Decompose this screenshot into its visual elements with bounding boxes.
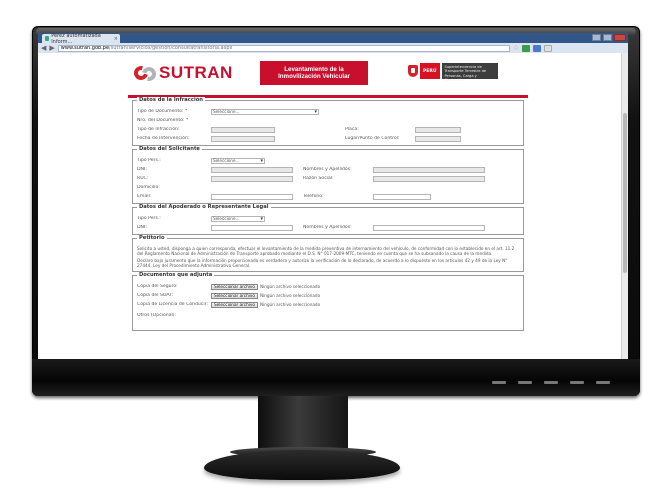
section-title: Petitorio <box>137 235 167 241</box>
form-content: SUTRAN Levantamiento de la Inmovilizació… <box>128 53 528 334</box>
monitor-button[interactable] <box>544 381 558 384</box>
dni-field[interactable] <box>211 166 293 173</box>
section-title: Datos del Apoderado o Representante Lega… <box>137 204 271 210</box>
government-logo: PERÚ Superintendencia de Transporte Terr… <box>408 63 498 82</box>
petitorio-text: Solicito a usted, disponga a quien corre… <box>137 246 515 257</box>
field-label: Placa: <box>345 127 359 132</box>
field-label: Lugar/Punto de Control: <box>345 136 400 141</box>
field-label: RUC: <box>137 176 149 181</box>
favicon-icon <box>45 36 50 41</box>
tipo-documento-select[interactable]: Seleccione... <box>211 108 319 115</box>
section-title: Datos del Solicitante <box>137 146 202 152</box>
field-label: Razón Social: <box>303 176 334 181</box>
telefono-field[interactable] <box>373 193 431 200</box>
address-path: /sutran/servicios/gestion/consultatransi… <box>109 45 233 51</box>
field-label: Tipo Pers.: <box>137 158 161 163</box>
monitor-screen: Pérez automatizada Inform... × ◀ ▶ www.s… <box>38 33 628 359</box>
browser-toolbar: ◀ ▶ www.sutran.gob.pe/sutran/servicios/g… <box>38 43 628 53</box>
field-label: Domicilio: <box>137 185 160 190</box>
field-label: DNI: <box>137 167 147 172</box>
section-solicitante: Datos del Solicitante Tipo Pers.: Selecci… <box>132 146 524 204</box>
field-label: Nombres y Apellidos: <box>303 225 352 230</box>
section-title: Datos de la Infracción <box>137 97 205 103</box>
declaration-text: Declaro bajo juramento que la informació… <box>137 257 508 268</box>
razon-social-field[interactable] <box>373 175 485 182</box>
page-scrollbar[interactable] <box>621 53 628 359</box>
file-status: Ningún archivo seleccionado <box>259 293 321 299</box>
page-header: SUTRAN Levantamiento de la Inmovilizació… <box>128 53 528 95</box>
monitor-bottom-bezel <box>32 359 640 396</box>
extension-icon[interactable] <box>533 44 542 52</box>
minimize-button[interactable] <box>592 34 601 41</box>
field-label: Tipo Pers.: <box>137 216 161 221</box>
file-label: Copia del SOAT: <box>137 293 174 299</box>
monitor-base <box>204 450 400 480</box>
tipo-infraccion-field <box>211 126 275 133</box>
field-label: Fecha de Intervención: <box>137 136 190 141</box>
close-window-button[interactable] <box>614 34 626 41</box>
address-bar[interactable]: www.sutran.gob.pe/sutran/servicios/gesti… <box>57 44 510 52</box>
lugar-control-field <box>415 135 461 142</box>
choose-file-button[interactable]: Seleccionar archivo <box>211 283 258 290</box>
monitor-button[interactable] <box>596 381 610 384</box>
window-controls <box>592 34 626 41</box>
field-label: Email: <box>137 194 152 199</box>
file-status: Ningún archivo seleccionado <box>259 284 321 290</box>
menu-icon[interactable] <box>544 44 553 52</box>
choose-file-button[interactable]: Seleccionar archivo <box>211 301 258 308</box>
field-label: Nombres y Apellidos: <box>303 167 352 172</box>
tab-close-icon[interactable]: × <box>114 36 118 42</box>
field-label: Otros (Opcional): <box>137 313 177 319</box>
forward-icon[interactable]: ▶ <box>49 44 54 52</box>
peru-shield-icon <box>408 65 418 77</box>
apoderado-nombres-field[interactable] <box>373 224 485 231</box>
field-label: Tipo de Infracción: <box>137 127 180 132</box>
choose-file-button[interactable]: Seleccionar archivo <box>211 292 258 299</box>
section-documentos: Documentos que adjunta Copia del Seguro:… <box>132 272 524 332</box>
apoderado-dni-field[interactable] <box>211 224 293 231</box>
file-label: Copia de Licencia de Conducir: <box>137 302 208 308</box>
placa-field <box>415 126 461 133</box>
fecha-intervencion-field <box>211 135 275 142</box>
section-apoderado: Datos del Apoderado o Representante Lega… <box>132 204 524 235</box>
address-host: www.sutran.gob.pe <box>60 45 110 51</box>
nombres-field[interactable] <box>373 166 485 173</box>
maximize-button[interactable] <box>603 34 612 41</box>
section-petitorio: Petitorio Solicito a usted, disponga a q… <box>132 235 524 273</box>
ruc-field[interactable] <box>211 175 293 182</box>
page-title-banner: Levantamiento de la Inmovilización Vehic… <box>260 61 368 85</box>
apoderado-tipo-select[interactable]: Seleccione... <box>211 215 265 222</box>
field-label: Tipo de Documento: * <box>137 109 188 114</box>
web-page: SUTRAN Levantamiento de la Inmovilizació… <box>38 53 628 359</box>
monitor-controls <box>492 381 610 384</box>
section-infraccion: Datos de la Infracción Tipo de Documento… <box>132 97 524 146</box>
field-label: Teléfono: <box>303 194 324 199</box>
email-field[interactable] <box>211 193 293 200</box>
sutran-logo-mark <box>131 63 159 84</box>
extension-icon[interactable] <box>522 44 531 52</box>
sutran-logo: SUTRAN <box>131 63 233 84</box>
section-title: Documentos que adjunta <box>137 272 215 279</box>
browser-tab[interactable]: Pérez automatizada Inform... × <box>42 33 120 45</box>
monitor-button[interactable] <box>492 381 506 384</box>
file-status: Ningún archivo seleccionado <box>259 302 321 308</box>
logo-text: SUTRAN <box>159 63 233 82</box>
bookmark-star-icon[interactable]: ☆ <box>513 44 519 52</box>
monitor-button[interactable] <box>570 381 584 384</box>
gov-country: PERÚ <box>420 63 440 79</box>
tipo-persona-select[interactable]: Seleccione... <box>211 157 265 164</box>
browser-tabbar: Pérez automatizada Inform... × <box>38 33 628 45</box>
field-label: Nro. del Documento: * <box>137 118 189 123</box>
scrollbar-thumb[interactable] <box>623 113 627 273</box>
file-label: Copia del Seguro: <box>137 284 178 290</box>
monitor-button[interactable] <box>518 381 532 384</box>
back-icon[interactable]: ◀ <box>41 44 46 52</box>
field-label: DNI: <box>137 225 147 230</box>
gov-ministry: Superintendencia de Transporte Terrestre… <box>441 63 498 82</box>
